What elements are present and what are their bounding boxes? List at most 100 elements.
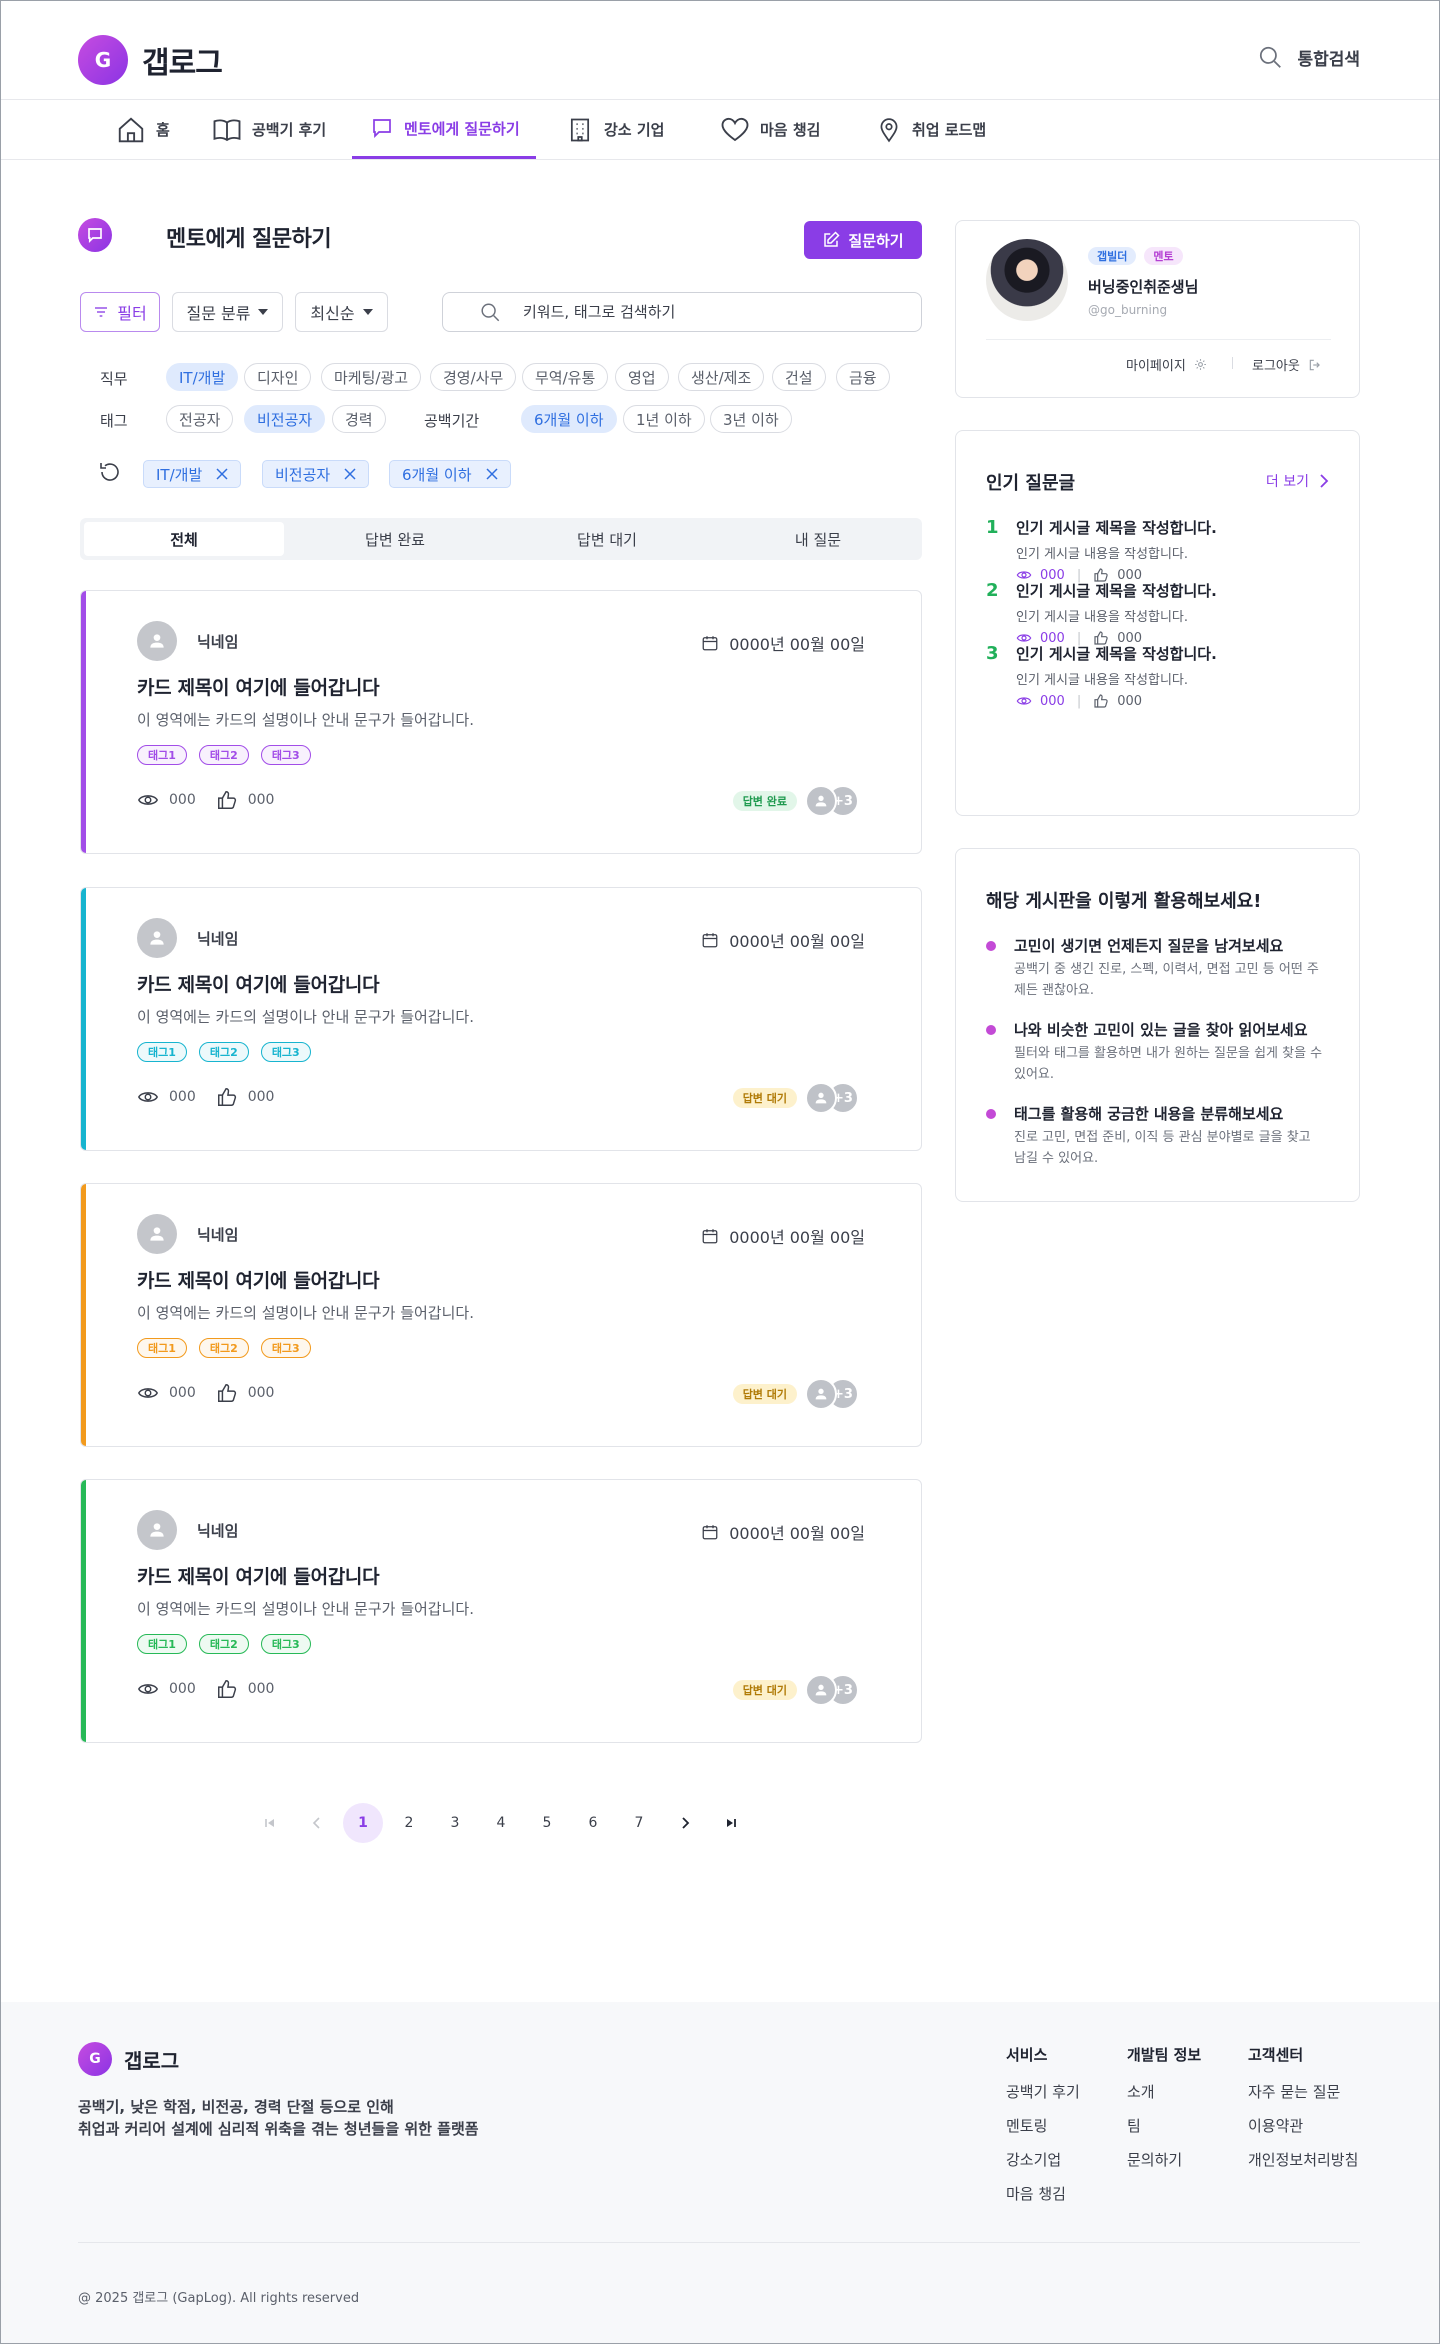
footer-link[interactable]: 자주 묻는 질문 [1248,2081,1358,2101]
footer-link[interactable]: 강소기업 [1006,2149,1080,2169]
card-tag[interactable]: 태그2 [198,745,249,765]
popular-more-link[interactable]: 더 보기 [1266,471,1329,491]
card-title[interactable]: 카드 제목이 여기에 들어갑니다 [137,970,380,997]
footer-link[interactable]: 마음 챙김 [1006,2183,1080,2203]
ask-question-button[interactable]: 질문하기 [804,221,922,259]
footer-logo[interactable]: G 갭로그 [78,2042,179,2076]
chip-job-management[interactable]: 경영/사무 [430,363,517,391]
card-tag[interactable]: 태그3 [260,745,311,765]
nav-roadmap[interactable]: 취업 로드맵 [876,100,986,159]
chip-job-production[interactable]: 생산/제조 [678,363,765,391]
chip-job-construction[interactable]: 건설 [772,363,826,391]
mypage-link[interactable]: 마이페이지 [1126,355,1207,374]
nav-gap-reviews[interactable]: 공백기 후기 [212,100,326,159]
thumbs-up-icon[interactable] [216,789,238,811]
logo[interactable]: G 갭로그 [78,35,223,85]
card-title[interactable]: 카드 제목이 여기에 들어갑니다 [137,1266,380,1293]
last-page-button[interactable] [711,1803,751,1843]
chip-job-sales[interactable]: 영업 [615,363,669,391]
next-page-button[interactable] [665,1803,705,1843]
card-title[interactable]: 카드 제목이 여기에 들어갑니다 [137,1562,380,1589]
card-tag[interactable]: 태그1 [137,1338,187,1358]
thumbs-up-icon[interactable] [216,1678,238,1700]
footer-link[interactable]: 개인정보처리방침 [1248,2149,1358,2169]
mentor-avatar [805,785,837,817]
chevron-left-icon [312,1817,320,1829]
page-5[interactable]: 5 [527,1803,567,1843]
tab-my-questions[interactable]: 내 질문 [718,522,918,556]
card-tag[interactable]: 태그3 [260,1338,311,1358]
card-title[interactable]: 카드 제목이 여기에 들어갑니다 [137,673,380,700]
card-tag[interactable]: 태그3 [260,1634,311,1654]
nav-home[interactable]: 홈 [116,100,170,159]
tab-answered[interactable]: 답변 완료 [295,522,495,556]
chip-gap-6m[interactable]: 6개월 이하 [521,405,617,433]
popular-rank: 2 [986,580,999,601]
chip-gap-3y[interactable]: 3년 이하 [710,405,792,433]
nav-companies[interactable]: 강소 기업 [566,100,664,159]
close-icon[interactable] [485,468,498,480]
filter-button[interactable]: 필터 [80,292,160,332]
mentor-avatar [805,1378,837,1410]
user-icon [815,1684,827,1696]
footer-link[interactable]: 팀 [1127,2115,1201,2135]
footer-link[interactable]: 공백기 후기 [1006,2081,1080,2101]
chip-gap-1y[interactable]: 1년 이하 [623,405,705,433]
close-icon[interactable] [216,468,228,480]
footer-link[interactable]: 이용약관 [1248,2115,1358,2135]
card-tag[interactable]: 태그1 [137,1042,187,1062]
popular-item-title[interactable]: 인기 게시글 제목을 작성합니다. [1016,580,1217,601]
global-search[interactable]: 통합검색 [1257,44,1360,70]
popular-item-title[interactable]: 인기 게시글 제목을 작성합니다. [1016,517,1217,538]
nav-ask-mentor[interactable]: 멘토에게 질문하기 [352,100,536,159]
category-dropdown[interactable]: 질문 분류 [172,292,283,332]
chip-job-it[interactable]: IT/개발 [166,363,239,391]
footer-link[interactable]: 문의하기 [1127,2149,1201,2169]
chip-tag-nonmajor[interactable]: 비전공자 [244,405,326,433]
reset-icon[interactable] [98,460,122,484]
tab-waiting[interactable]: 답변 대기 [507,522,707,556]
first-page-icon [265,1819,274,1827]
tab-all[interactable]: 전체 [84,522,284,556]
sort-dropdown[interactable]: 최신순 [295,292,388,332]
page-1[interactable]: 1 [343,1803,383,1843]
page-4[interactable]: 4 [481,1803,521,1843]
page-2[interactable]: 2 [389,1803,429,1843]
close-icon[interactable] [344,468,356,480]
footer-link[interactable]: 소개 [1127,2081,1201,2101]
card-tag[interactable]: 태그3 [260,1042,311,1062]
card-tag[interactable]: 태그1 [137,1634,187,1654]
chip-job-finance[interactable]: 금융 [836,363,890,391]
chip-job-design[interactable]: 디자인 [244,363,312,391]
card-tag[interactable]: 태그1 [137,745,187,765]
nav-mindcare[interactable]: 마음 챙김 [720,100,820,159]
question-card[interactable]: 닉네임 0000년 00월 00일 카드 제목이 여기에 들어갑니다 이 영역에… [80,590,922,854]
keyword-search[interactable] [442,292,922,332]
chip-job-trade[interactable]: 무역/유통 [522,363,609,391]
page-6[interactable]: 6 [573,1803,613,1843]
profile-card: 갭빌더 멘토 버닝중인취준생님 @go_burning 마이페이지 로그아웃 [955,220,1360,398]
keyword-search-input[interactable] [523,303,883,321]
applied-filter-nonmajor[interactable]: 비전공자 [262,460,370,488]
thumbs-up-icon[interactable] [216,1086,238,1108]
chip-tag-career[interactable]: 경력 [332,405,386,433]
prev-page-button[interactable] [297,1803,337,1843]
question-card[interactable]: 닉네임 0000년 00월 00일 카드 제목이 여기에 들어갑니다 이 영역에… [80,887,922,1151]
chat-icon [88,228,102,243]
applied-filter-it[interactable]: IT/개발 [143,460,242,488]
popular-item-title[interactable]: 인기 게시글 제목을 작성합니다. [1016,643,1217,664]
question-card[interactable]: 닉네임 0000년 00월 00일 카드 제목이 여기에 들어갑니다 이 영역에… [80,1479,922,1743]
chip-tag-major[interactable]: 전공자 [166,405,234,433]
first-page-button[interactable] [250,1803,290,1843]
chip-job-marketing[interactable]: 마케팅/광고 [321,363,422,391]
applied-filter-6m[interactable]: 6개월 이하 [389,460,511,488]
page-7[interactable]: 7 [619,1803,659,1843]
logout-link[interactable]: 로그아웃 [1252,355,1322,374]
footer-link[interactable]: 멘토링 [1006,2115,1080,2135]
question-card[interactable]: 닉네임 0000년 00월 00일 카드 제목이 여기에 들어갑니다 이 영역에… [80,1183,922,1447]
page-3[interactable]: 3 [435,1803,475,1843]
card-tag[interactable]: 태그2 [198,1338,249,1358]
card-tag[interactable]: 태그2 [198,1634,249,1654]
thumbs-up-icon[interactable] [216,1382,238,1404]
card-tag[interactable]: 태그2 [198,1042,249,1062]
